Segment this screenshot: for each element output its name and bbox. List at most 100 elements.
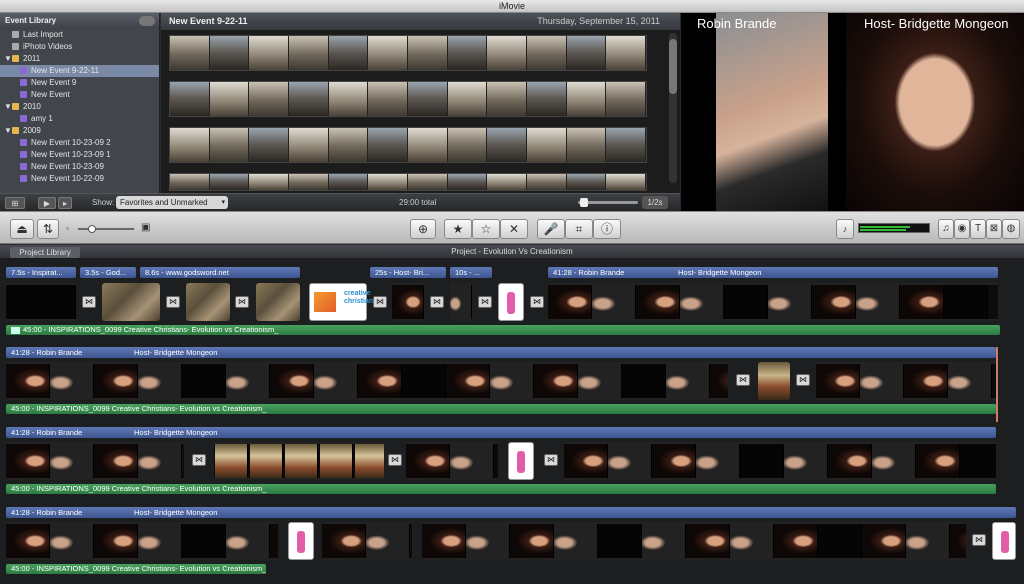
audio-clip[interactable]: 45:00 - INSPIRATIONS_0099 Creative Chris… [6, 404, 996, 414]
library-toggle-button[interactable] [139, 16, 155, 26]
audio-clip[interactable]: 45:00 - INSPIRATIONS_0099 Creative Chris… [6, 325, 1000, 335]
video-clip[interactable] [816, 362, 996, 400]
video-clip[interactable] [392, 283, 424, 321]
disclosure-triangle-icon[interactable]: ▼ [4, 101, 12, 113]
transition-icon[interactable]: ⋈ [972, 534, 986, 546]
reject-x-icon[interactable]: ✕ [500, 219, 528, 239]
image-clip[interactable] [256, 283, 300, 321]
event-filmstrip[interactable] [169, 35, 647, 71]
video-clip[interactable] [450, 283, 472, 321]
title-clip[interactable]: 41:28 - Robin Brande Host- Bridgette Mong… [6, 427, 996, 438]
audio-skimming-icon[interactable]: ♪ [836, 219, 854, 239]
add-selection-button[interactable]: ⊕ [410, 219, 436, 239]
video-clip[interactable] [422, 522, 966, 560]
transition-icon[interactable]: ⋈ [430, 296, 444, 308]
video-clip[interactable] [6, 362, 728, 400]
event-item[interactable]: amy 1 [0, 113, 159, 125]
title-clip-text: 41:28 - Robin Brande [11, 348, 83, 357]
transition-icon[interactable]: ⋈ [388, 454, 402, 466]
event-item[interactable]: New Event 10-22-09 [0, 173, 159, 185]
year-folder-item[interactable]: ▼ 2009 [0, 125, 159, 137]
transition-icon[interactable]: ⋈ [530, 296, 544, 308]
event-item[interactable]: Last Import [0, 29, 159, 41]
transition-icon[interactable]: ⋈ [544, 454, 558, 466]
video-clip[interactable] [6, 522, 278, 560]
event-item[interactable]: iPhoto Videos [0, 41, 159, 53]
year-folder-item[interactable]: ▼ 2010 [0, 101, 159, 113]
thumbnail-slider-thumb[interactable] [88, 225, 96, 233]
voiceover-mic-icon[interactable]: 🎤 [537, 219, 565, 239]
photo-camera-icon[interactable]: ◉ [954, 219, 970, 239]
event-item[interactable]: New Event 10-23-09 [0, 161, 159, 173]
title-clip[interactable]: 41:28 - Robin Brande Host- Bridgette Mong… [6, 507, 1016, 518]
inspector-info-icon[interactable]: ⓘ [593, 219, 621, 239]
image-clip[interactable] [186, 283, 230, 321]
transition-icon[interactable]: ⋈ [192, 454, 206, 466]
video-clip[interactable] [6, 442, 184, 480]
transition-icon[interactable]: ⋈ [478, 296, 492, 308]
event-zoom-slider-thumb[interactable] [580, 198, 588, 207]
image-clip[interactable] [288, 522, 314, 560]
show-filter-select[interactable]: Favorites and Unmarked ▾ [116, 196, 228, 209]
audio-clip[interactable]: 45:00 - INSPIRATIONS_0099 Creative Chris… [6, 564, 266, 574]
video-clip[interactable] [322, 522, 412, 560]
unmark-star-icon[interactable]: ☆ [472, 219, 500, 239]
image-clip[interactable] [498, 283, 524, 321]
title-clip[interactable]: 25s - Host- Bri... [370, 267, 446, 278]
transition-icon[interactable]: ⋈ [796, 374, 810, 386]
event-item[interactable]: New Event [0, 89, 159, 101]
event-zoom-slider[interactable] [578, 198, 638, 207]
event-filmstrip[interactable] [169, 173, 647, 191]
event-scroll-thumb[interactable] [669, 39, 677, 94]
video-clip[interactable] [564, 442, 996, 480]
audio-clip[interactable]: 45:00 - INSPIRATIONS_0099 Creative Chris… [6, 484, 996, 494]
maps-globe-icon[interactable]: ◍ [1002, 219, 1020, 239]
event-item[interactable]: New Event 10-23-09 1 [0, 149, 159, 161]
event-item[interactable]: New Event 9 [0, 77, 159, 89]
thumbnail-size-slider[interactable] [78, 225, 134, 233]
music-icon[interactable]: ♫ [938, 219, 954, 239]
transition-icon[interactable]: ⋈ [736, 374, 750, 386]
image-clip[interactable] [508, 442, 534, 480]
logo-image-clip[interactable]: creative christians [309, 283, 377, 321]
title-clip[interactable]: 10s - ... [450, 267, 492, 278]
clip-frame [944, 285, 988, 319]
disclosure-triangle-icon[interactable]: ▼ [4, 53, 12, 65]
crop-icon[interactable]: ⌗ [565, 219, 593, 239]
image-clip[interactable] [102, 283, 160, 321]
swap-events-projects-button[interactable]: ⇅ [37, 219, 59, 239]
title-clip[interactable]: 41:28 - Robin Brande Host- Bridgette Mong… [548, 267, 998, 278]
event-filmstrip[interactable] [169, 127, 647, 163]
image-clip[interactable] [992, 522, 1016, 560]
clip-frame [226, 524, 270, 558]
video-clip[interactable] [406, 442, 498, 480]
disclosure-triangle-icon[interactable]: ▼ [4, 125, 12, 137]
project-library-button[interactable]: Project Library [10, 247, 80, 258]
book-image-frame [250, 444, 283, 478]
titles-icon[interactable]: T [970, 219, 986, 239]
year-folder-item[interactable]: ▼ 2011 [0, 53, 159, 65]
title-clip[interactable]: 41:28 - Robin Brande Host- Bridgette Mong… [6, 347, 996, 358]
favorite-star-icon[interactable]: ★ [444, 219, 472, 239]
playhead[interactable] [996, 347, 998, 422]
event-item[interactable]: New Event 9-22-11 [0, 65, 159, 77]
title-clip[interactable]: 8.6s - www.godsword.net [140, 267, 300, 278]
video-clip[interactable] [548, 283, 998, 321]
camera-import-button[interactable]: ⏏ [10, 219, 34, 239]
transition-icon[interactable]: ⋈ [82, 296, 96, 308]
title-clip[interactable]: 7.5s - Inspirat... [6, 267, 76, 278]
image-clip[interactable] [214, 442, 384, 480]
transition-icon[interactable]: ⋈ [166, 296, 180, 308]
hide-library-button[interactable]: ⊞ [5, 197, 25, 209]
play-button[interactable]: ▸ [58, 197, 72, 209]
event-filmstrip[interactable] [169, 81, 647, 117]
transition-icon[interactable]: ⋈ [373, 296, 387, 308]
event-scrollbar[interactable] [669, 33, 677, 183]
image-clip[interactable] [758, 362, 790, 400]
video-clip[interactable] [6, 283, 76, 321]
play-full-screen-button[interactable]: ▶ [38, 197, 56, 209]
transitions-icon[interactable]: ⊠ [986, 219, 1002, 239]
title-clip[interactable]: 3.5s - God... [80, 267, 136, 278]
event-item[interactable]: New Event 10-23-09 2 [0, 137, 159, 149]
transition-icon[interactable]: ⋈ [235, 296, 249, 308]
